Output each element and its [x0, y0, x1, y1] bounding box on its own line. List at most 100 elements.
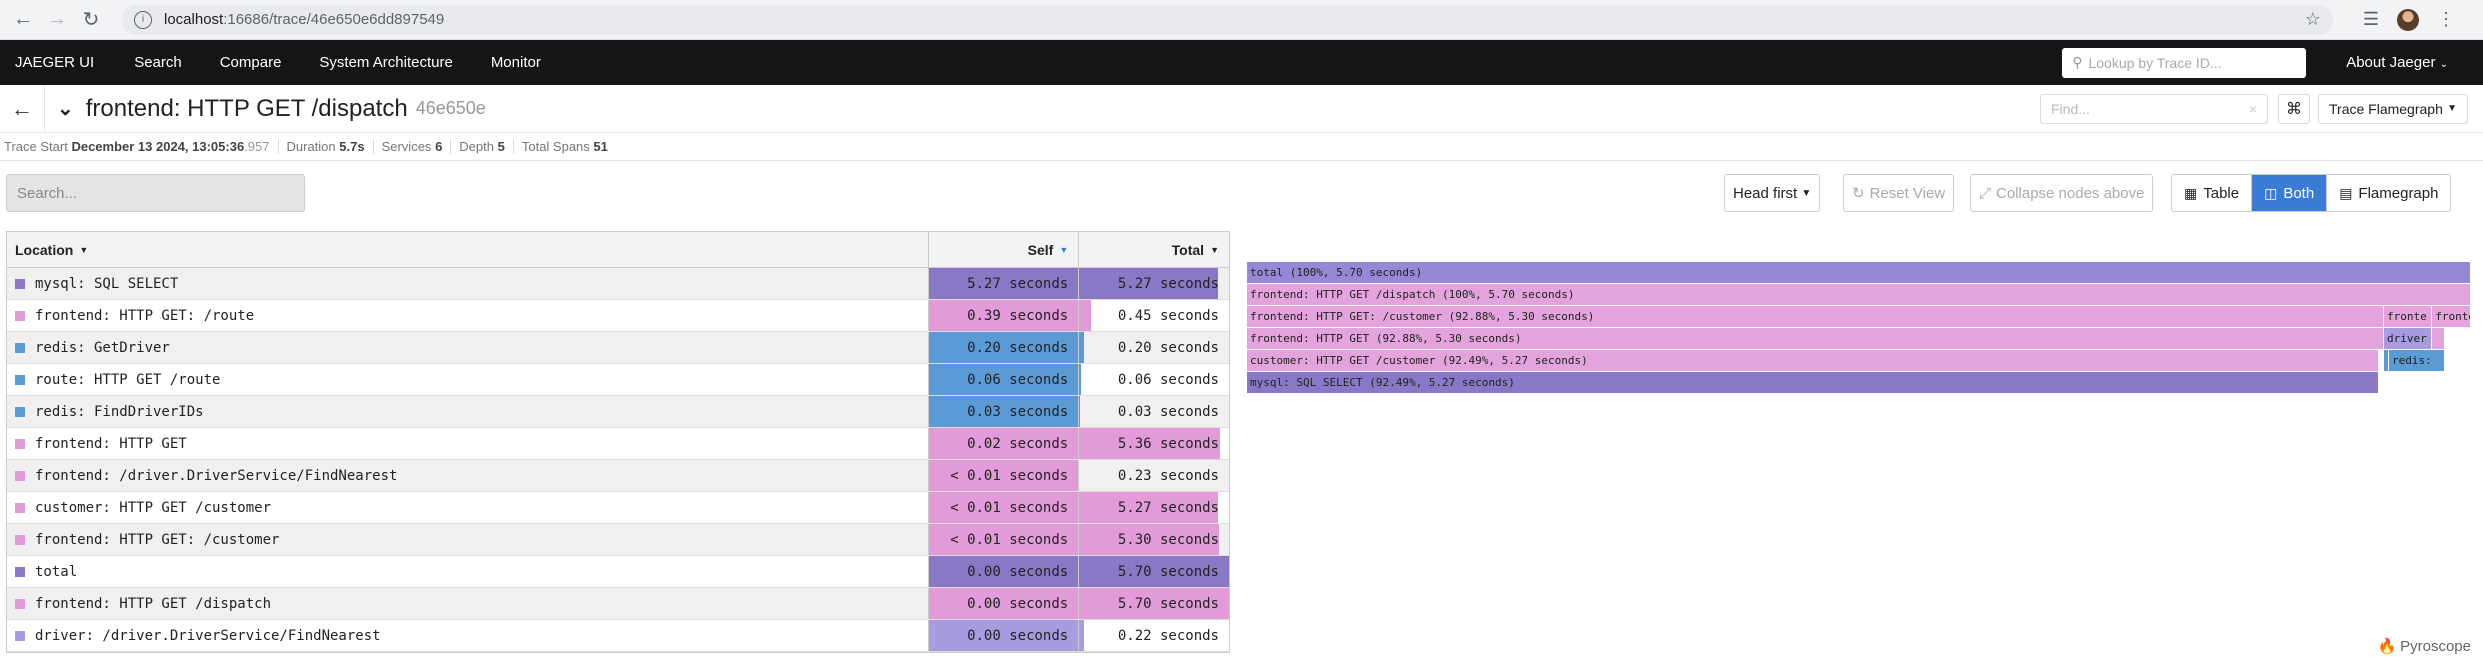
depth-label: Depth — [459, 139, 494, 154]
profile-avatar[interactable] — [2397, 8, 2419, 31]
nav-system-architecture[interactable]: System Architecture — [319, 54, 452, 71]
clear-icon[interactable]: × — [2249, 101, 2257, 117]
nav-monitor[interactable]: Monitor — [491, 54, 541, 71]
column-self[interactable]: Self ▼ — [929, 232, 1080, 267]
table-row[interactable]: frontend: HTTP GET: /customer < 0.01 seco… — [7, 524, 1229, 556]
view-both-label: Both — [2283, 184, 2315, 202]
back-arrow-icon[interactable]: ← — [0, 84, 45, 133]
nav-compare[interactable]: Compare — [220, 54, 282, 71]
table-row[interactable]: driver: /driver.DriverService/FindNeares… — [7, 620, 1229, 652]
jaeger-brand-link[interactable]: JAEGER UI — [15, 54, 94, 71]
trace-title: frontend: HTTP GET /dispatch — [85, 94, 408, 122]
reset-view-button[interactable]: ↻ Reset View — [1843, 174, 1955, 212]
location-name: frontend: HTTP GET: /customer — [35, 531, 280, 548]
media-control-icon[interactable]: ☰ — [2363, 9, 2379, 30]
view-both-button[interactable]: ◫ Both — [2252, 175, 2328, 211]
keyboard-shortcuts-icon[interactable]: ⌘ — [2278, 93, 2310, 124]
flamegraph-row: frontend: HTTP GET: /customer (92.88%, 5… — [1247, 306, 2471, 328]
address-bar[interactable]: i localhost:16686/trace/46e650e6dd897549… — [122, 4, 2333, 35]
flamegraph-node[interactable] — [2432, 350, 2446, 371]
flamegraph-row: mysql: SQL SELECT (92.49%, 5.27 seconds) — [1247, 372, 2471, 394]
spans-value: 51 — [593, 139, 608, 154]
table-row[interactable]: redis: GetDriver 0.20 seconds 0.20 seconds — [7, 332, 1229, 364]
view-mode-select[interactable]: Trace Flamegraph ▼ — [2318, 93, 2468, 124]
flamegraph-node[interactable]: frontend: HTTP GET (92.88%, 5.30 seconds… — [1247, 328, 2384, 349]
sort-caret-icon: ▼ — [1059, 244, 1069, 255]
flamegraph-node[interactable]: fronte — [2432, 306, 2471, 327]
flamegraph-node[interactable]: frontend: HTTP GET: /customer (92.88%, 5… — [1247, 306, 2384, 327]
table-row[interactable]: customer: HTTP GET /customer < 0.01 secon… — [7, 492, 1229, 524]
table-row[interactable]: frontend: /driver.DriverService/FindNear… — [7, 460, 1229, 492]
flamegraph-node[interactable]: customer: HTTP GET /customer (92.49%, 5.… — [1247, 350, 2380, 371]
sort-caret-icon: ▼ — [79, 244, 89, 255]
self-cell: 0.02 seconds — [929, 428, 1080, 459]
total-cell: 5.36 seconds — [1079, 428, 1229, 459]
self-cell: < 0.01 seconds — [929, 524, 1080, 555]
self-value: 0.00 seconds — [967, 595, 1069, 612]
self-value: < 0.01 seconds — [950, 499, 1069, 516]
table-icon: ▦ — [2184, 184, 2198, 201]
self-value: 0.00 seconds — [967, 627, 1069, 644]
flamegraph-node[interactable]: redis: — [2388, 350, 2433, 371]
self-cell: 0.39 seconds — [929, 300, 1080, 331]
total-value: 0.03 seconds — [1117, 403, 1219, 420]
about-jaeger-menu[interactable]: About Jaeger ⌄ — [2346, 54, 2448, 71]
duration-value: 5.7s — [339, 139, 365, 154]
total-bar — [1079, 332, 1085, 363]
flamegraph-node[interactable] — [2432, 328, 2446, 349]
bookmark-star-icon[interactable]: ☆ — [2305, 9, 2321, 30]
view-flamegraph-button[interactable]: ▤ Flamegraph — [2327, 175, 2451, 211]
table-row[interactable]: total 0.00 seconds 5.70 seconds — [7, 556, 1229, 588]
self-value: < 0.01 seconds — [950, 531, 1069, 548]
services-value: 6 — [435, 139, 443, 154]
table-row[interactable]: route: HTTP GET /route 0.06 seconds 0.06 s… — [7, 364, 1229, 396]
color-swatch — [15, 566, 25, 577]
forward-arrow-icon[interactable]: → — [42, 5, 72, 35]
flamegraph-row: total (100%, 5.70 seconds) — [1247, 262, 2471, 284]
color-swatch — [15, 374, 25, 385]
table-row[interactable]: frontend: HTTP GET: /route 0.39 seconds 0.… — [7, 300, 1229, 332]
sort-mode-select[interactable]: Head first ▼ — [1724, 174, 1821, 212]
back-arrow-icon[interactable]: ← — [8, 5, 38, 35]
location-name: frontend: /driver.DriverService/FindNear… — [35, 467, 398, 484]
nav-search[interactable]: Search — [134, 54, 182, 71]
collapse-nodes-button[interactable]: ⤢ Collapse nodes above — [1970, 174, 2154, 212]
flamegraph-search-input[interactable]: Search... — [6, 174, 305, 212]
reset-view-label: Reset View — [1869, 184, 1946, 202]
browser-toolbar: ← → ↻ i localhost:16686/trace/46e650e6dd… — [0, 0, 2483, 40]
self-value: 0.39 seconds — [967, 307, 1069, 324]
flamegraph-node[interactable]: driver — [2383, 328, 2433, 349]
table-row[interactable]: frontend: HTTP GET /dispatch 0.00 seconds… — [7, 588, 1229, 620]
trace-title-toggle[interactable]: ⌄ frontend: HTTP GET /dispatch 46e650e — [45, 95, 486, 123]
columns-icon: ◫ — [2264, 184, 2278, 201]
flamegraph-node[interactable]: frontend: HTTP GET /dispatch (100%, 5.70… — [1247, 284, 2471, 305]
column-location[interactable]: Location ▼ — [7, 232, 930, 267]
flamegraph-node-label: driver — [2386, 332, 2427, 345]
table-row[interactable]: redis: FindDriverIDs 0.03 seconds 0.03 sec… — [7, 396, 1229, 428]
chevron-down-icon: ⌄ — [2439, 59, 2448, 70]
flamegraph-node[interactable]: total (100%, 5.70 seconds) — [1247, 262, 2471, 283]
search-icon: ⚲ — [2072, 54, 2083, 70]
flamegraph-node[interactable]: fronte — [2383, 306, 2433, 327]
find-input[interactable]: Find... × — [2040, 93, 2268, 124]
flamegraph-node[interactable]: mysql: SQL SELECT (92.49%, 5.27 seconds) — [1247, 372, 2380, 393]
view-table-button[interactable]: ▦ Table — [2172, 175, 2253, 211]
self-cell: 0.06 seconds — [929, 364, 1080, 395]
self-cell: 0.03 seconds — [929, 396, 1080, 427]
location-cell: redis: FindDriverIDs — [7, 396, 930, 427]
reload-icon[interactable]: ↻ — [76, 5, 106, 35]
browser-menu-icon[interactable]: ⋮ — [2437, 9, 2455, 30]
site-info-icon[interactable]: i — [134, 10, 152, 29]
location-name: driver: /driver.DriverService/FindNeares… — [35, 627, 381, 644]
table-row[interactable]: frontend: HTTP GET 0.02 seconds 5.36 secon… — [7, 428, 1229, 460]
total-value: 0.45 seconds — [1117, 307, 1219, 324]
column-total-label: Total — [1171, 241, 1205, 258]
trace-id-lookup-input[interactable]: ⚲ Lookup by Trace ID... — [2062, 47, 2307, 78]
table-row[interactable]: mysql: SQL SELECT 5.27 seconds 5.27 second… — [7, 268, 1229, 300]
total-cell: 0.22 seconds — [1079, 620, 1229, 651]
pyroscope-brand[interactable]: 🔥 Pyroscope — [2377, 637, 2471, 656]
location-name: redis: GetDriver — [35, 339, 170, 356]
chevron-down-icon: ▼ — [2447, 103, 2457, 114]
self-value: < 0.01 seconds — [950, 467, 1069, 484]
column-total[interactable]: Total ▼ — [1079, 232, 1229, 267]
